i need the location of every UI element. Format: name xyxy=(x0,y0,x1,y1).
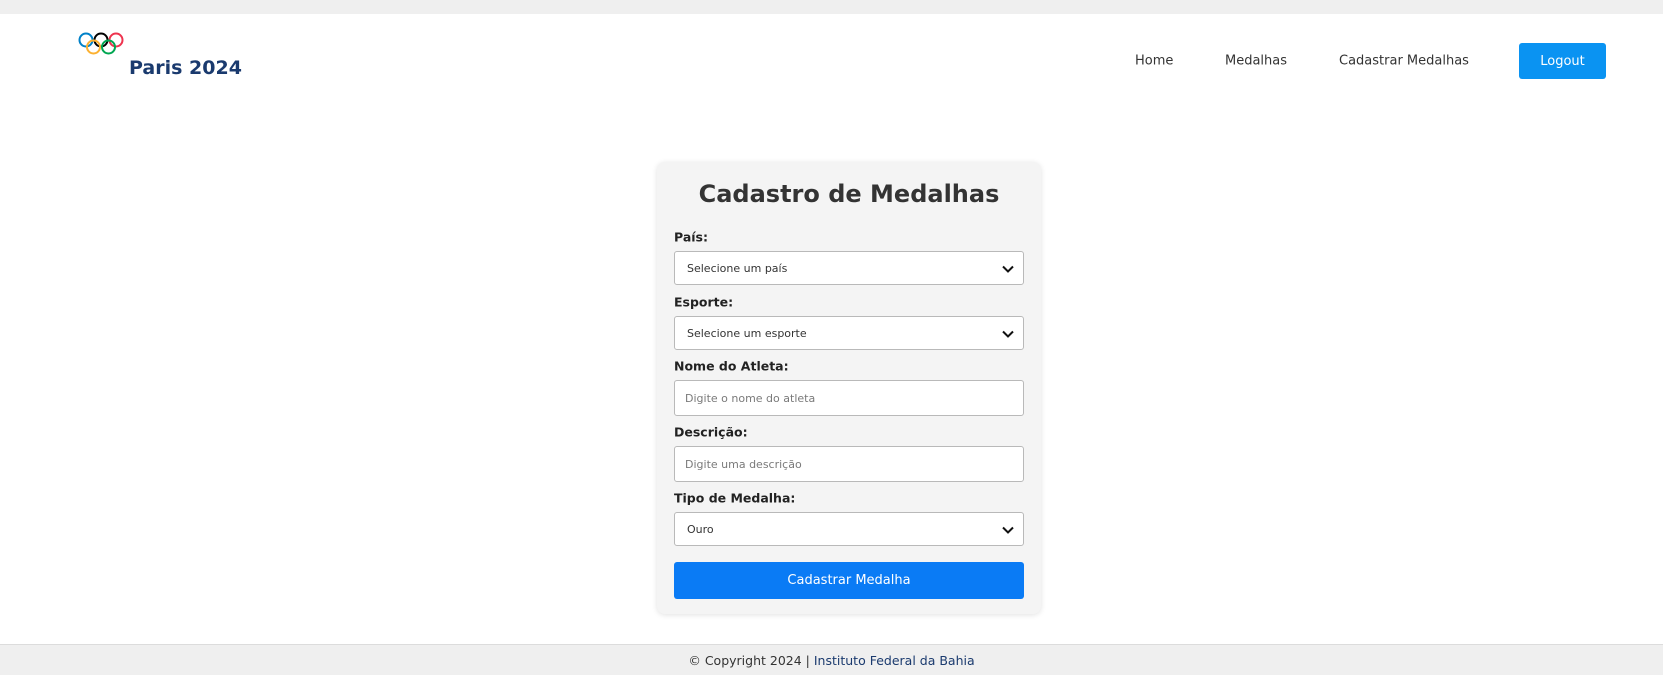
pais-label: País: xyxy=(674,229,708,245)
institution-name: Instituto Federal da Bahia xyxy=(813,652,975,668)
logout-button[interactable]: Logout xyxy=(1519,43,1606,79)
esporte-label: Esporte: xyxy=(674,294,734,310)
nav-cadastrar-medalhas[interactable]: Cadastrar Medalhas xyxy=(1339,54,1469,69)
chevron-down-icon xyxy=(1002,526,1014,534)
main-nav: Home Medalhas Cadastrar Medalhas xyxy=(0,14,1663,94)
descricao-input[interactable] xyxy=(674,446,1024,482)
cadastrar-medalha-button[interactable]: Cadastrar Medalha xyxy=(674,562,1024,599)
site-header: Paris 2024 Home Medalhas Cadastrar Medal… xyxy=(0,14,1663,94)
chevron-down-icon xyxy=(1002,265,1014,273)
atleta-input[interactable] xyxy=(674,380,1024,416)
esporte-select-value: Selecione um esporte xyxy=(687,326,807,340)
esporte-select[interactable]: Selecione um esporte xyxy=(674,316,1024,350)
chevron-down-icon xyxy=(1002,330,1014,338)
atleta-label: Nome do Atleta: xyxy=(674,358,789,374)
form-title: Cadastro de Medalhas xyxy=(698,180,1000,208)
site-footer: © Copyright 2024 | Instituto Federal da … xyxy=(0,644,1663,675)
top-strip xyxy=(0,0,1663,14)
tipo-medalha-label: Tipo de Medalha: xyxy=(674,490,796,506)
pais-select-value: Selecione um país xyxy=(687,261,788,275)
nav-medalhas[interactable]: Medalhas xyxy=(1225,54,1287,69)
pais-select[interactable]: Selecione um país xyxy=(674,251,1024,285)
tipo-medalha-value: Ouro xyxy=(687,522,714,536)
tipo-medalha-select[interactable]: Ouro xyxy=(674,512,1024,546)
descricao-label: Descrição: xyxy=(674,424,748,440)
nav-home[interactable]: Home xyxy=(1135,54,1173,69)
copyright-text: © Copyright 2024 | xyxy=(688,652,810,668)
